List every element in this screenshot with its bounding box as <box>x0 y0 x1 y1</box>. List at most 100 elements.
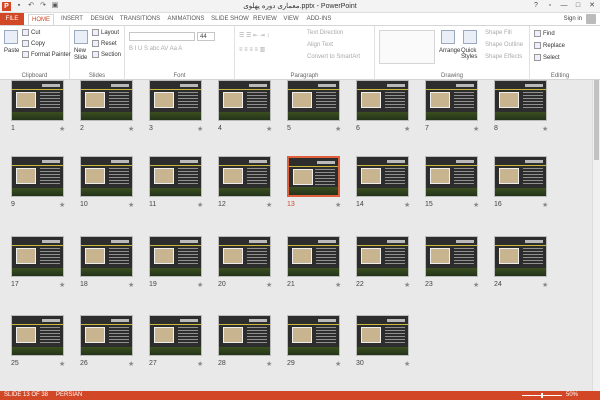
arrange-button[interactable]: Arrange <box>439 48 460 54</box>
transition-star-icon[interactable]: ★ <box>128 125 134 133</box>
transition-star-icon[interactable]: ★ <box>473 281 479 289</box>
zoom-level[interactable]: 50% <box>566 392 578 398</box>
layout-button[interactable]: Layout <box>92 29 119 36</box>
slide-thumbnail[interactable] <box>425 80 478 121</box>
transition-star-icon[interactable]: ★ <box>266 360 272 368</box>
transition-star-icon[interactable]: ★ <box>59 125 65 133</box>
font-format-buttons[interactable]: B I U S abc AV Aa A <box>129 46 182 52</box>
slide-thumbnail[interactable] <box>11 80 64 121</box>
font-size-field[interactable]: 44 <box>197 32 215 41</box>
transition-star-icon[interactable]: ★ <box>335 360 341 368</box>
slide-thumbnail[interactable] <box>425 156 478 197</box>
transition-star-icon[interactable]: ★ <box>542 281 548 289</box>
reset-button[interactable]: Reset <box>92 40 117 47</box>
new-slide-button[interactable]: New <box>74 48 86 54</box>
slide-thumbnail[interactable] <box>287 315 340 356</box>
transition-star-icon[interactable]: ★ <box>266 281 272 289</box>
text-direction-button[interactable]: Text Direction <box>307 30 343 36</box>
transition-star-icon[interactable]: ★ <box>59 360 65 368</box>
transition-star-icon[interactable]: ★ <box>266 201 272 209</box>
convert-smartart-button[interactable]: Convert to SmartArt <box>307 54 360 60</box>
format-painter-button[interactable]: Format Painter <box>22 51 71 58</box>
tab-add-ins[interactable]: ADD-INS <box>304 14 334 25</box>
shape-effects-button[interactable]: Shape Effects <box>485 54 522 60</box>
tab-home[interactable]: HOME <box>28 14 54 25</box>
slide-thumbnail[interactable] <box>356 80 409 121</box>
shape-fill-button[interactable]: Shape Fill <box>485 30 512 36</box>
transition-star-icon[interactable]: ★ <box>473 201 479 209</box>
transition-star-icon[interactable]: ★ <box>404 201 410 209</box>
transition-star-icon[interactable]: ★ <box>335 201 341 209</box>
quick-styles-icon[interactable] <box>463 30 477 44</box>
slide-thumbnail[interactable] <box>80 315 133 356</box>
tab-animations[interactable]: ANIMATIONS <box>164 14 208 25</box>
transition-star-icon[interactable]: ★ <box>266 125 272 133</box>
replace-button[interactable]: Replace <box>534 42 565 49</box>
slide-thumbnail[interactable] <box>356 156 409 197</box>
transition-star-icon[interactable]: ★ <box>404 281 410 289</box>
transition-star-icon[interactable]: ★ <box>404 360 410 368</box>
font-name-field[interactable] <box>129 32 195 41</box>
tab-design[interactable]: DESIGN <box>88 14 116 25</box>
minimize-button[interactable]: — <box>558 1 570 11</box>
close-button[interactable]: ✕ <box>586 1 598 11</box>
find-button[interactable]: Find <box>534 30 555 37</box>
slide-thumbnail[interactable] <box>494 80 547 121</box>
slide-thumbnail[interactable] <box>149 236 202 277</box>
zoom-knob[interactable] <box>541 393 543 398</box>
transition-star-icon[interactable]: ★ <box>473 125 479 133</box>
new-slide-button-line2[interactable]: Slide <box>74 55 87 61</box>
transition-star-icon[interactable]: ★ <box>128 281 134 289</box>
transition-star-icon[interactable]: ★ <box>197 281 203 289</box>
quick-styles-button[interactable]: Quick Styles <box>461 48 481 60</box>
slide-thumbnail[interactable] <box>287 236 340 277</box>
transition-star-icon[interactable]: ★ <box>59 281 65 289</box>
paste-button[interactable]: Paste <box>4 48 19 54</box>
ribbon-display-button[interactable]: ▫ <box>544 1 556 11</box>
shape-outline-button[interactable]: Shape Outline <box>485 42 523 48</box>
slide-thumbnail[interactable] <box>80 156 133 197</box>
slide-thumbnail[interactable] <box>11 156 64 197</box>
transition-star-icon[interactable]: ★ <box>542 201 548 209</box>
slide-thumbnail[interactable] <box>287 156 340 197</box>
paste-icon[interactable] <box>4 30 18 44</box>
slide-thumbnail[interactable] <box>11 236 64 277</box>
transition-star-icon[interactable]: ★ <box>542 125 548 133</box>
transition-star-icon[interactable]: ★ <box>404 125 410 133</box>
cut-button[interactable]: Cut <box>22 29 40 36</box>
transition-star-icon[interactable]: ★ <box>197 125 203 133</box>
slide-thumbnail[interactable] <box>218 236 271 277</box>
align-text-button[interactable]: Align Text <box>307 42 333 48</box>
transition-star-icon[interactable]: ★ <box>197 360 203 368</box>
shapes-gallery[interactable] <box>379 30 435 64</box>
slide-thumbnail[interactable] <box>218 315 271 356</box>
list-buttons[interactable]: ☰ ☰ ⇤ ⇥ ↕ <box>239 32 269 39</box>
transition-star-icon[interactable]: ★ <box>128 201 134 209</box>
slide-thumbnail[interactable] <box>494 236 547 277</box>
slide-thumbnail[interactable] <box>356 315 409 356</box>
slide-thumbnail[interactable] <box>218 80 271 121</box>
vertical-scrollbar[interactable] <box>592 80 600 391</box>
slide-thumbnail[interactable] <box>494 156 547 197</box>
transition-star-icon[interactable]: ★ <box>59 201 65 209</box>
tab-file[interactable]: FILE <box>0 13 24 25</box>
language-indicator[interactable]: PERSIAN <box>56 392 82 398</box>
transition-star-icon[interactable]: ★ <box>335 125 341 133</box>
slide-thumbnail[interactable] <box>425 236 478 277</box>
tab-slide-show[interactable]: SLIDE SHOW <box>210 14 250 25</box>
sign-in-link[interactable]: Sign in <box>564 16 582 22</box>
slide-thumbnail[interactable] <box>80 80 133 121</box>
align-buttons[interactable]: ≡ ≡ ≡ ≡ ▥ <box>239 46 265 53</box>
tab-transitions[interactable]: TRANSITIONS <box>118 14 162 25</box>
help-button[interactable]: ? <box>530 1 542 11</box>
select-button[interactable]: Select <box>534 54 560 61</box>
slide-thumbnail[interactable] <box>218 156 271 197</box>
section-button[interactable]: Section <box>92 51 121 58</box>
maximize-button[interactable]: □ <box>572 1 584 11</box>
scrollbar-thumb[interactable] <box>594 80 599 160</box>
transition-star-icon[interactable]: ★ <box>128 360 134 368</box>
copy-button[interactable]: Copy <box>22 40 45 47</box>
tab-view[interactable]: VIEW <box>280 14 302 25</box>
transition-star-icon[interactable]: ★ <box>335 281 341 289</box>
slide-thumbnail[interactable] <box>11 315 64 356</box>
